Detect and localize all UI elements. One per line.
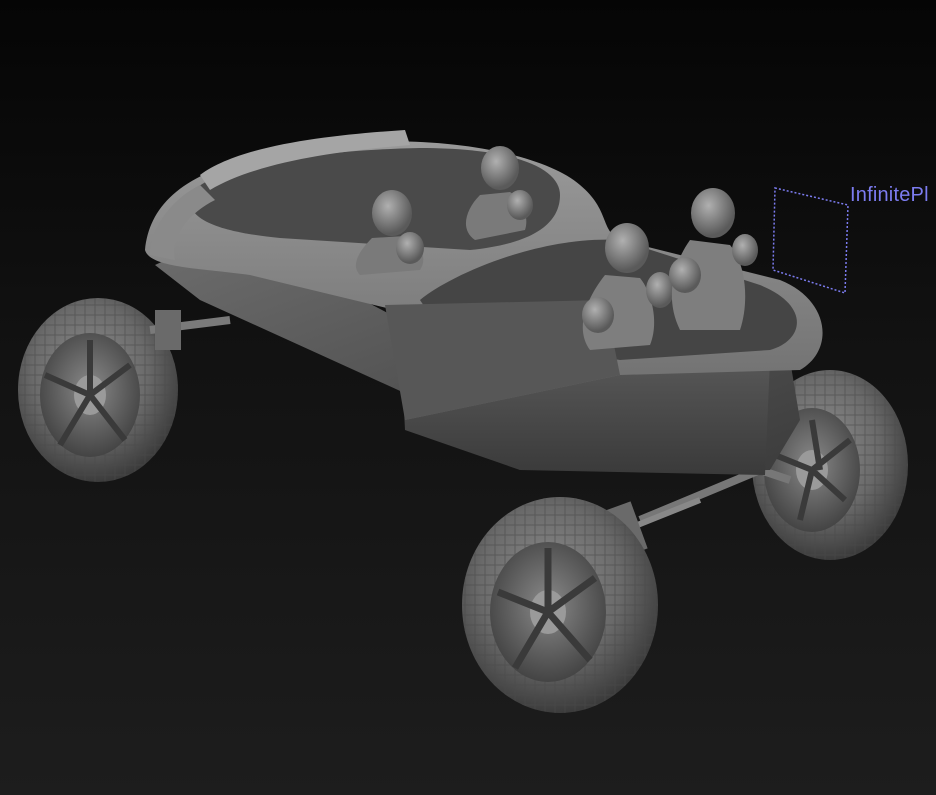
infinite-plane-gizmo[interactable] (772, 187, 849, 295)
infinite-plane-label[interactable]: InfinitePl (850, 184, 929, 207)
wheel-front-right (462, 497, 658, 713)
plane-outline (772, 187, 849, 295)
scene-canvas (18, 130, 908, 713)
suspension-front (149, 310, 231, 350)
3d-viewport[interactable]: InfinitePl (0, 0, 936, 795)
